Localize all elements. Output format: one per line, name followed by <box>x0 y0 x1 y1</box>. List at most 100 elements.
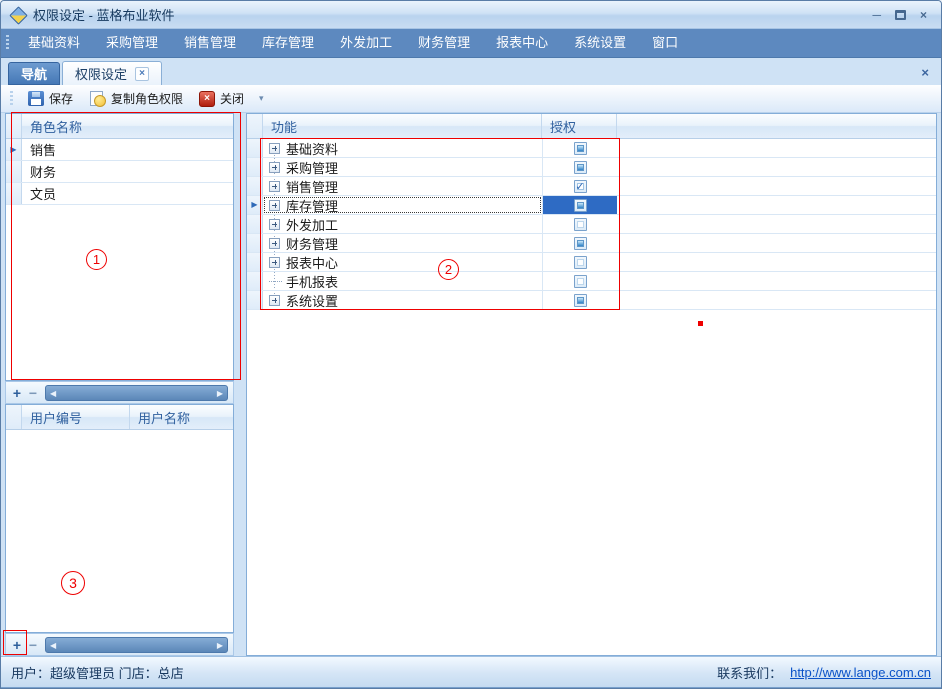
row-indicator-cell <box>247 139 263 157</box>
row-indicator-cell: ▶ <box>247 196 263 214</box>
table-row[interactable]: ▶ 销售 <box>6 139 233 161</box>
menu-item-6[interactable]: 报表中心 <box>483 29 561 57</box>
auth-checkbox[interactable] <box>574 142 587 155</box>
user-name-column-header[interactable]: 用户名称 <box>130 405 233 429</box>
toolbar: 保存 复制角色权限 × 关闭 ▾ <box>1 85 941 113</box>
table-row[interactable]: 报表中心 <box>247 253 936 272</box>
auth-column-header[interactable]: 授权 <box>542 114 617 138</box>
add-user-button[interactable]: + <box>9 636 25 654</box>
scroll-left-icon[interactable]: ◀ <box>50 388 56 399</box>
role-name-cell: 文员 <box>22 184 233 203</box>
table-row[interactable]: 系统设置 <box>247 291 936 310</box>
function-label: 库存管理 <box>286 196 338 215</box>
maximize-icon[interactable] <box>895 10 906 20</box>
function-label: 手机报表 <box>286 272 338 291</box>
function-label: 财务管理 <box>286 234 338 253</box>
scroll-right-icon[interactable]: ▶ <box>217 388 223 399</box>
tree-expander-icon[interactable] <box>269 257 280 268</box>
tree-expander-icon[interactable] <box>269 200 280 211</box>
menu-item-4[interactable]: 外发加工 <box>327 29 405 57</box>
tree-expander-icon[interactable] <box>269 219 280 230</box>
row-indicator-cell <box>247 158 263 176</box>
function-label: 销售管理 <box>286 177 338 196</box>
close-button[interactable]: × 关闭 <box>192 87 251 110</box>
tab-navigation-label: 导航 <box>21 64 47 83</box>
scroll-right-icon[interactable]: ▶ <box>217 640 223 651</box>
role-name-cell: 财务 <box>22 162 233 181</box>
auth-checkbox[interactable] <box>574 161 587 174</box>
delete-role-button[interactable]: − <box>25 384 41 402</box>
tab-close-icon[interactable]: × <box>135 67 149 81</box>
table-row[interactable]: 手机报表 <box>247 272 936 291</box>
table-row[interactable]: 采购管理 <box>247 158 936 177</box>
table-row[interactable]: 销售管理 <box>247 177 936 196</box>
menu-item-3[interactable]: 库存管理 <box>249 29 327 57</box>
tree-expander-icon[interactable] <box>269 162 280 173</box>
function-grid-indicator-header <box>247 114 263 138</box>
menu-item-5[interactable]: 财务管理 <box>405 29 483 57</box>
add-role-button[interactable]: + <box>9 384 25 402</box>
user-id-column-header[interactable]: 用户编号 <box>22 405 130 429</box>
function-column-header[interactable]: 功能 <box>263 114 542 138</box>
table-row[interactable]: ▶ 库存管理 <box>247 196 936 215</box>
auth-cell <box>542 196 617 214</box>
delete-user-button[interactable]: − <box>25 636 41 654</box>
role-grid: 角色名称 ▶ 销售财务文员 <box>5 113 234 381</box>
menubar: 基础资料采购管理销售管理库存管理外发加工财务管理报表中心系统设置窗口 <box>1 29 941 58</box>
auth-checkbox[interactable] <box>574 256 587 269</box>
user-grid-indicator-header <box>6 405 22 429</box>
table-row[interactable]: 外发加工 <box>247 215 936 234</box>
role-grid-indicator-header <box>6 114 22 138</box>
tree-expander-icon[interactable] <box>269 238 280 249</box>
tabstrip-close-icon[interactable]: × <box>921 66 941 79</box>
role-name-column-header[interactable]: 角色名称 <box>22 114 233 138</box>
function-cell: 报表中心 <box>263 253 542 271</box>
function-label: 报表中心 <box>286 253 338 272</box>
save-button[interactable]: 保存 <box>21 87 80 110</box>
tree-expander-icon[interactable] <box>269 295 280 306</box>
row-indicator-icon: ▶ <box>251 201 257 209</box>
auth-cell <box>542 215 617 233</box>
tab-navigation[interactable]: 导航 <box>8 62 60 85</box>
role-grid-navigator: + − ◀ ▶ <box>5 381 234 404</box>
tree-expander-icon[interactable] <box>269 143 280 154</box>
role-name-cell: 销售 <box>22 140 233 159</box>
function-grid: 功能 授权 基础资料采购管理销售管理 ▶ 库存管理外发加工财务管理报表中心手机报表系… <box>246 113 937 656</box>
close-window-icon[interactable]: × <box>920 8 927 22</box>
copy-role-permissions-button[interactable]: 复制角色权限 <box>82 87 190 110</box>
menu-item-0[interactable]: 基础资料 <box>15 29 93 57</box>
row-indicator-icon: ▶ <box>10 146 16 154</box>
auth-cell <box>542 177 617 195</box>
table-row[interactable]: 财务管理 <box>247 234 936 253</box>
close-button-label: 关闭 <box>220 90 244 107</box>
role-grid-body: ▶ 销售财务文员 <box>6 139 233 380</box>
row-indicator-cell <box>247 272 263 290</box>
filler-column-header <box>617 114 936 138</box>
tree-expander-icon[interactable] <box>269 181 280 192</box>
menu-item-2[interactable]: 销售管理 <box>171 29 249 57</box>
role-grid-hscrollbar[interactable]: ◀ ▶ <box>45 385 228 401</box>
auth-checkbox[interactable] <box>574 218 587 231</box>
user-grid-header: 用户编号 用户名称 <box>6 405 233 430</box>
auth-checkbox[interactable] <box>574 294 587 307</box>
user-grid-hscrollbar[interactable]: ◀ ▶ <box>45 637 228 653</box>
website-link[interactable]: http://www.lange.com.cn <box>790 665 931 680</box>
minimize-icon[interactable]: ─ <box>872 8 881 22</box>
table-row[interactable]: 基础资料 <box>247 139 936 158</box>
menu-item-1[interactable]: 采购管理 <box>93 29 171 57</box>
statusbar: 用户：超级管理员 门店：总店 联系我们： http://www.lange.co… <box>1 656 941 687</box>
table-row[interactable]: 文员 <box>6 183 233 205</box>
auth-checkbox[interactable] <box>574 180 587 193</box>
menu-item-8[interactable]: 窗口 <box>639 29 691 57</box>
auth-checkbox[interactable] <box>574 237 587 250</box>
menu-item-7[interactable]: 系统设置 <box>561 29 639 57</box>
auth-checkbox[interactable] <box>574 275 587 288</box>
toolbar-overflow-icon[interactable]: ▾ <box>253 93 270 104</box>
copy-role-button-label: 复制角色权限 <box>111 90 183 107</box>
tab-permission-settings[interactable]: 权限设定 × <box>62 61 162 85</box>
auth-cell <box>542 139 617 157</box>
table-row[interactable]: 财务 <box>6 161 233 183</box>
auth-checkbox[interactable] <box>574 199 587 212</box>
function-cell: 系统设置 <box>263 291 542 309</box>
scroll-left-icon[interactable]: ◀ <box>50 640 56 651</box>
